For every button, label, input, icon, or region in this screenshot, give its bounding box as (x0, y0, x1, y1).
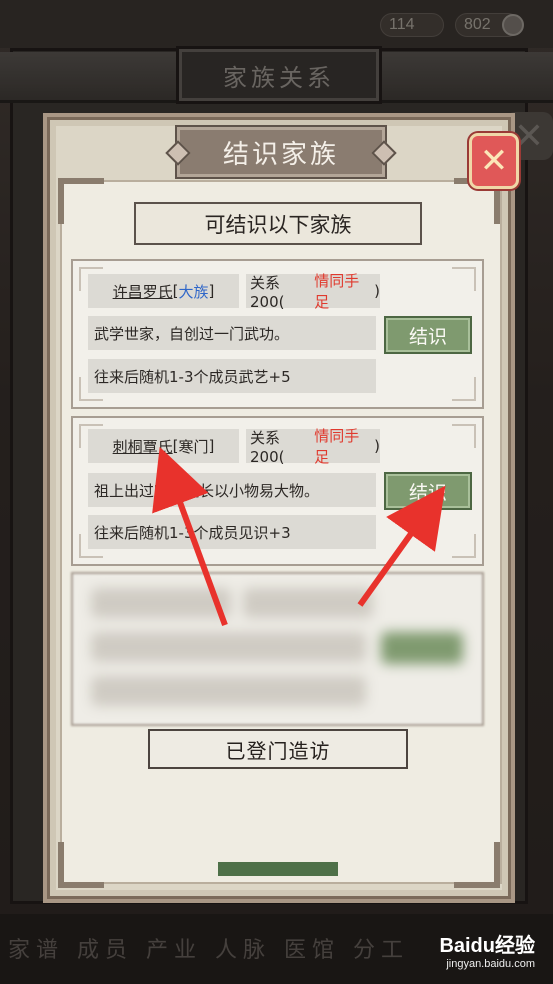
arrow-to-join-button (357, 485, 446, 607)
annotation-arrows (152, 446, 446, 627)
arrow-to-family-name (152, 446, 228, 627)
baidu-watermark: Baidu经验 jingyan.baidu.com (439, 935, 535, 970)
